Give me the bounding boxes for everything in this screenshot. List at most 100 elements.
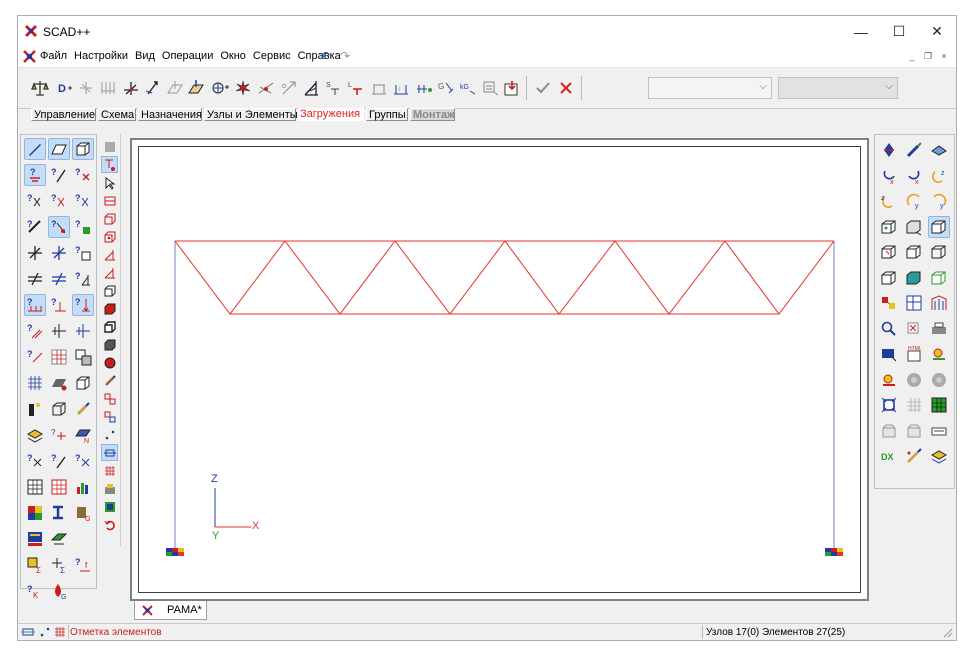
scales-icon[interactable] (30, 78, 50, 98)
view-top-icon[interactable] (928, 241, 950, 263)
horizontal-load-icon[interactable] (369, 78, 389, 98)
hinges-icon[interactable]: ? (48, 424, 70, 446)
nodes-info-icon[interactable]: ? (24, 190, 46, 212)
support-info-icon[interactable]: ? (72, 216, 94, 238)
table-grid-icon[interactable] (48, 346, 70, 368)
load-numbering-icon[interactable]: S (324, 78, 344, 98)
section-g-icon[interactable]: G (72, 502, 94, 524)
brush-icon[interactable] (72, 398, 94, 420)
export-load-icon[interactable] (502, 78, 522, 98)
sum-hinge-icon[interactable]: Σ (48, 554, 70, 576)
select-circle-icon[interactable] (101, 354, 118, 371)
tree-table-icon[interactable] (72, 346, 94, 368)
menu-operations[interactable]: Операции (162, 50, 213, 62)
mdi-restore-button[interactable]: ❐ (922, 50, 934, 62)
fragment-icon[interactable] (878, 292, 900, 314)
rotate-z-icon[interactable]: z (928, 165, 950, 187)
node-load-disabled-icon[interactable] (76, 78, 96, 98)
maximize-button[interactable]: ☐ (880, 16, 918, 47)
select-solid-icon[interactable] (101, 282, 118, 299)
red-grid-icon[interactable] (48, 476, 70, 498)
box-icon[interactable] (72, 372, 94, 394)
cancel-x-icon[interactable] (556, 78, 576, 98)
sum-table-icon[interactable]: Σ (24, 554, 46, 576)
view-side-icon[interactable] (903, 241, 925, 263)
load-combination-icon[interactable]: σ (279, 78, 299, 98)
select-nodes-icon[interactable] (101, 156, 118, 173)
layout-icon[interactable] (903, 292, 925, 314)
load-type-select[interactable]: ⌵ (778, 77, 898, 99)
tab-schema[interactable]: Схема (98, 108, 136, 121)
status-nodes-icon[interactable] (39, 626, 51, 638)
equal-blue-icon[interactable] (48, 268, 70, 290)
fit-view-icon[interactable] (878, 394, 900, 416)
grid-load-disabled-icon[interactable] (98, 78, 118, 98)
iso-view-selected-icon[interactable] (928, 215, 950, 238)
menu-file[interactable]: Файл (40, 50, 67, 62)
solid-element-icon[interactable] (72, 138, 94, 160)
rotate-x2-icon[interactable]: x (903, 165, 925, 187)
grid-view-icon[interactable] (903, 394, 925, 416)
plus-blue-grid-icon[interactable] (72, 320, 94, 342)
moment-info-icon[interactable]: ? (24, 320, 46, 342)
magnifier-icon[interactable] (878, 318, 900, 340)
rotate-y2-icon[interactable]: y (928, 190, 950, 212)
cross-blue-icon[interactable] (48, 242, 70, 264)
select-pen-icon[interactable] (101, 372, 118, 389)
dots-grid-icon[interactable] (24, 372, 46, 394)
apply-check-icon[interactable] (533, 78, 553, 98)
screenshot-icon[interactable] (878, 343, 900, 365)
select-triangle-icon[interactable] (101, 246, 118, 263)
animation-icon[interactable] (878, 369, 900, 391)
tab-groups[interactable]: Группы (366, 108, 408, 121)
redo-icon[interactable]: ↷ (340, 49, 350, 63)
undo-icon[interactable]: ↶ (320, 49, 330, 63)
building-icon[interactable] (928, 292, 950, 314)
hinge-info-icon[interactable]: ? (48, 216, 70, 238)
group-info-icon[interactable]: ? (24, 346, 46, 368)
plus-grid-icon[interactable] (48, 320, 70, 342)
color-map-icon[interactable] (24, 502, 46, 524)
plate-load-disabled-icon[interactable] (165, 78, 185, 98)
force-load-info-icon[interactable]: ? (72, 294, 94, 316)
menu-window[interactable]: Окно (220, 50, 246, 62)
x-grid-icon[interactable]: ? (24, 450, 46, 472)
display-settings-icon[interactable] (24, 528, 46, 550)
layers-icon[interactable] (24, 424, 46, 446)
select-group-icon[interactable] (101, 390, 118, 407)
bar-load-icon[interactable] (143, 78, 163, 98)
select-floor-icon[interactable] (101, 498, 118, 515)
mdi-minimize-button[interactable]: _ (906, 50, 918, 62)
select-solid-dark-icon[interactable] (101, 336, 118, 353)
sphere2-disabled-icon[interactable] (928, 369, 950, 391)
node-force-icon[interactable] (121, 78, 141, 98)
cube-outline-icon[interactable] (48, 398, 70, 420)
select-grid-icon[interactable] (101, 462, 118, 479)
menu-service[interactable]: Сервис (253, 50, 291, 62)
fragment-disabled-icon[interactable] (878, 420, 900, 442)
k-info-icon[interactable]: ? K (24, 580, 46, 602)
tab-assembly[interactable]: Монтаж (410, 108, 455, 121)
drop-g-icon[interactable]: G (48, 580, 70, 602)
grid-tile-icon[interactable] (101, 138, 118, 155)
tab-loads[interactable]: Загружения (298, 108, 364, 121)
menu-view[interactable]: Вид (135, 50, 155, 62)
sphere-disabled-icon[interactable] (903, 369, 925, 391)
green-grid-icon[interactable] (928, 394, 950, 416)
element-info-icon[interactable]: ? (72, 164, 94, 186)
close-button[interactable]: ✕ (918, 16, 956, 47)
view-solid-icon[interactable] (903, 267, 925, 289)
distributed-load-icon[interactable]: i (391, 78, 411, 98)
hatch-icon[interactable] (48, 528, 70, 550)
view-wire-icon[interactable] (928, 267, 950, 289)
iso-view-dots-icon[interactable] (903, 216, 925, 238)
v-g-icon[interactable]: ? (48, 450, 70, 472)
undo-selection-icon[interactable] (101, 516, 118, 533)
html-export-icon[interactable]: HTML (903, 343, 925, 365)
support-load-icon[interactable] (301, 78, 321, 98)
status-grid-icon[interactable] (54, 626, 66, 638)
local-load-icon[interactable] (414, 78, 434, 98)
select-frame-icon[interactable] (101, 444, 118, 461)
slab-n-icon[interactable]: N (72, 424, 94, 446)
tab-assignments[interactable]: Назначения (138, 108, 202, 121)
